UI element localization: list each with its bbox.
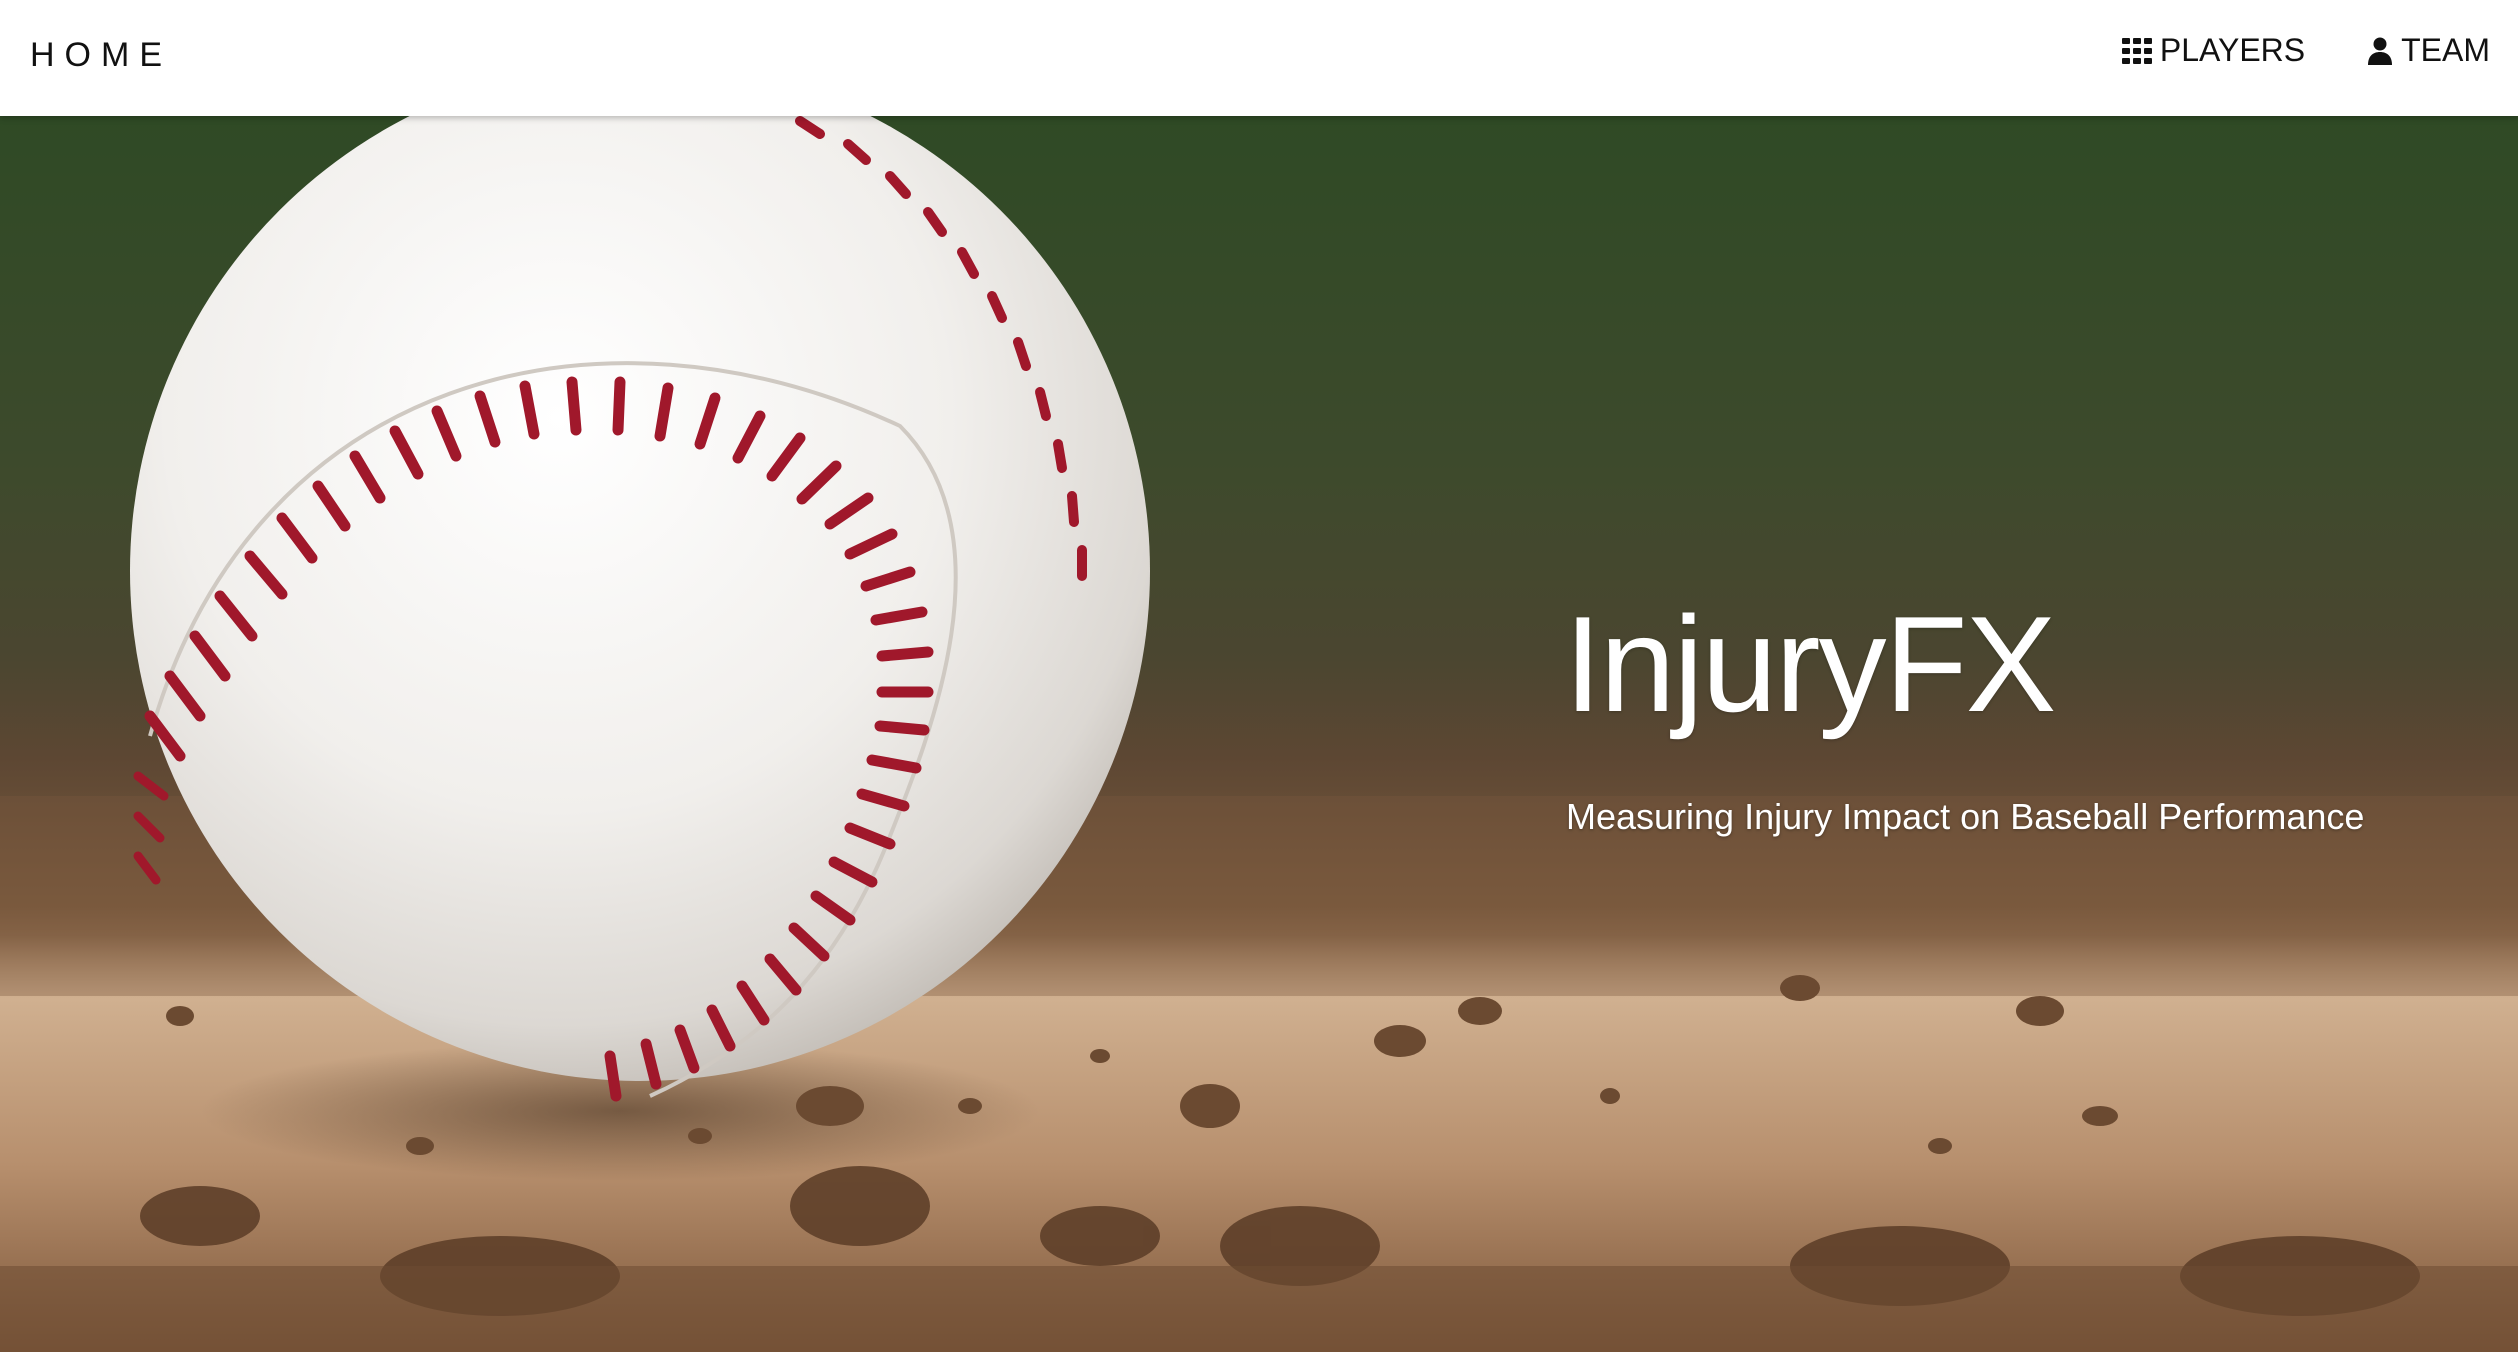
players-link[interactable]: PLAYERS [2121,32,2306,69]
hero-text-block: InjuryFX Measuring Injury Impact on Base… [1564,596,2364,838]
user-icon [2368,37,2393,65]
nav-links: PLAYERS TEAM [2121,32,2490,69]
hero-subtitle: Measuring Injury Impact on Baseball Perf… [1566,796,2365,837]
home-link[interactable]: HOME [30,36,172,75]
hero-banner: InjuryFX Measuring Injury Impact on Base… [0,116,2518,1352]
top-navbar: HOME PLAYERS TEAM [0,0,2518,116]
team-link-label: TEAM [2401,32,2490,68]
grid-icon [2121,37,2152,64]
team-link[interactable]: TEAM [2367,32,2490,69]
players-link-label: PLAYERS [2159,32,2306,68]
hero-title: InjuryFX [1564,588,2056,740]
